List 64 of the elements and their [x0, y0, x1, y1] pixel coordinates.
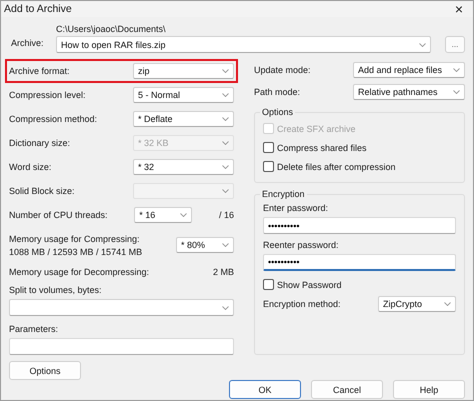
chevron-down-icon: [419, 42, 426, 46]
chevron-down-icon: [453, 90, 460, 94]
dropdown[interactable]: 5 - Normal: [133, 87, 234, 103]
checkbox-label: Create SFX archive: [277, 124, 356, 134]
dropdown[interactable]: Add and replace files: [353, 62, 465, 78]
dropdown[interactable]: * Deflate: [133, 111, 234, 127]
field-label: Update mode:: [254, 65, 311, 75]
input-field[interactable]: [9, 338, 234, 355]
field-label: Dictionary size:: [9, 138, 70, 148]
field-label: Compression level:: [9, 90, 86, 100]
field-label: Archive format:: [9, 66, 70, 76]
group-title: Encryption: [261, 189, 306, 199]
field-label: Memory usage for Compressing:: [9, 234, 141, 244]
archive-label: Archive:: [10, 38, 45, 48]
window-title: Add to Archive: [4, 3, 72, 15]
archive-path: C:\Users\joaoc\Documents\: [56, 24, 167, 34]
memory-usage-text: 1088 MB / 12593 MB / 15741 MB: [9, 246, 142, 256]
chevron-down-icon: [453, 68, 460, 72]
chevron-down-icon: [222, 69, 229, 73]
field-label: Compression method:: [9, 114, 98, 124]
field-label: Reenter password:: [263, 240, 340, 250]
field-label: Encryption method:: [263, 299, 341, 309]
field-label: Number of CPU threads:: [9, 210, 108, 220]
password-field[interactable]: ••••••••••: [263, 217, 456, 234]
close-button[interactable]: ×: [454, 1, 463, 17]
dialog-button[interactable]: Help: [393, 380, 465, 399]
chevron-down-icon: [222, 165, 229, 169]
checkbox-label: Show Password: [277, 280, 342, 290]
memory-value: 2 MB: [212, 267, 234, 277]
chevron-down-icon: [222, 117, 229, 121]
checkbox-label: Compress shared files: [277, 142, 367, 152]
options-button[interactable]: Options: [9, 361, 81, 380]
dialog-button[interactable]: OK: [229, 380, 301, 399]
chevron-down-icon: [444, 302, 451, 306]
dropdown[interactable]: * 16: [134, 207, 192, 223]
chevron-down-icon: [222, 306, 229, 310]
chevron-down-icon: [222, 141, 229, 145]
group-title: Options: [261, 107, 294, 117]
checkbox[interactable]: [263, 142, 274, 153]
dropdown[interactable]: zip: [133, 63, 234, 79]
checkbox[interactable]: [263, 161, 274, 172]
field-label: Memory usage for Decompressing:: [9, 267, 150, 277]
field-label: Word size:: [9, 162, 52, 172]
dialog-button[interactable]: Cancel: [311, 380, 383, 399]
archive-name-combo[interactable]: How to open RAR files.zip: [56, 36, 431, 53]
chevron-down-icon: [222, 93, 229, 97]
dropdown[interactable]: * 80%: [176, 237, 234, 253]
field-label: Solid Block size:: [9, 186, 75, 196]
checkbox-label: Delete files after compression: [277, 162, 396, 172]
dropdown[interactable]: ZipCrypto: [378, 296, 456, 312]
field-label: Split to volumes, bytes:: [9, 285, 103, 295]
browse-button[interactable]: ...: [445, 36, 465, 53]
thread-count: / 16: [218, 210, 234, 220]
dropdown[interactable]: [9, 299, 234, 316]
chevron-down-icon: [222, 189, 229, 193]
field-label: Parameters:: [9, 324, 60, 334]
chevron-down-icon: [180, 213, 188, 217]
password-field[interactable]: ••••••••••: [263, 254, 456, 271]
checkbox[interactable]: [263, 279, 274, 290]
dropdown[interactable]: * 32: [133, 159, 234, 175]
dropdown[interactable]: Relative pathnames: [353, 84, 465, 100]
field-label: Path mode:: [254, 87, 300, 97]
chevron-down-icon: [222, 243, 229, 247]
field-label: Enter password:: [263, 203, 330, 213]
